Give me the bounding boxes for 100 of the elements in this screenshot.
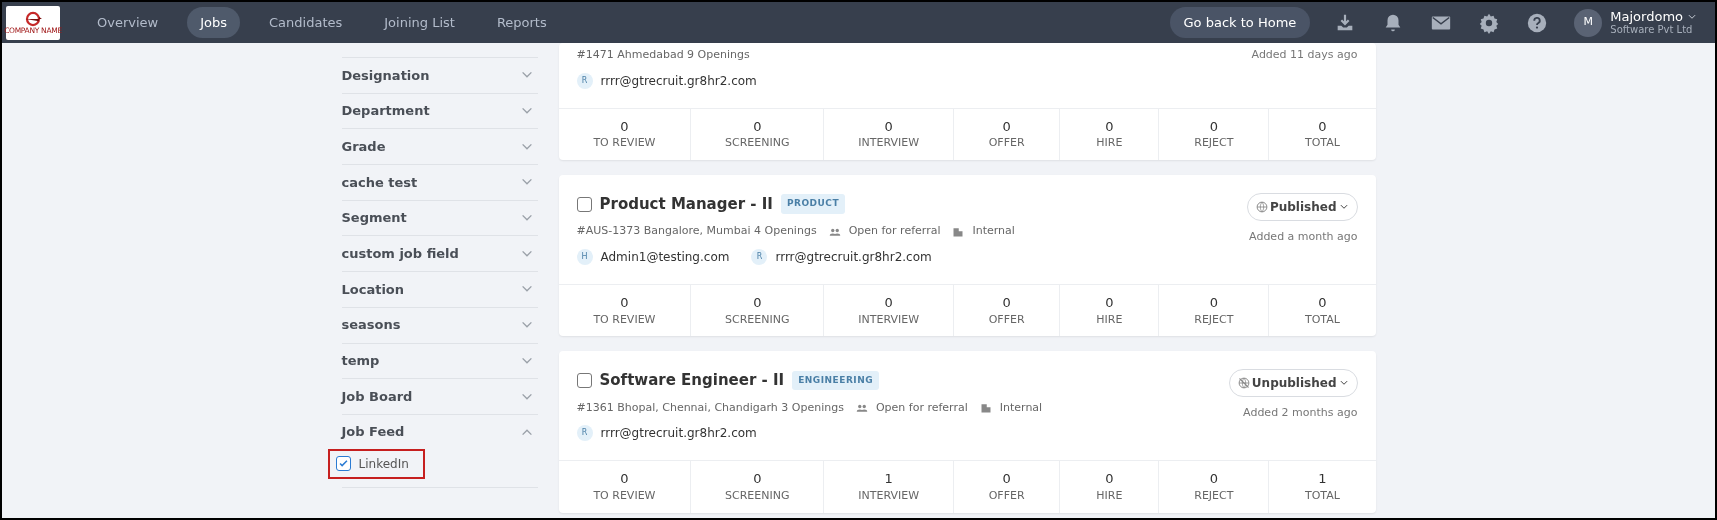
stage-count: 1 xyxy=(883,471,894,489)
stage-label: OFFER xyxy=(987,488,1026,505)
recruiter-avatar: H xyxy=(576,248,593,265)
checkbox[interactable] xyxy=(576,196,592,212)
filter-header[interactable]: custom job field xyxy=(341,235,538,272)
status-dropdown[interactable]: Published xyxy=(1246,192,1358,221)
stage-label: INTERVIEW xyxy=(857,135,921,152)
stage-label: TOTAL xyxy=(1304,135,1341,152)
stage-label: REJECT xyxy=(1193,135,1235,152)
stage-count: 0 xyxy=(619,471,630,489)
filter-header[interactable]: seasons xyxy=(341,306,538,343)
department-tag: ENGINEERING xyxy=(792,370,880,391)
filter-label: cache test xyxy=(341,173,418,192)
home-button[interactable]: Go back to Home xyxy=(1169,6,1311,39)
stage-label: INTERVIEW xyxy=(857,311,921,328)
filter-label: Location xyxy=(341,280,405,299)
job-visibility: Internal xyxy=(999,399,1043,416)
stage-count: 0 xyxy=(1317,294,1328,312)
stage-count: 0 xyxy=(619,294,630,312)
stage-label: REJECT xyxy=(1193,311,1235,328)
filter-label: Grade xyxy=(341,137,386,156)
stage-label: SCREENING xyxy=(724,488,791,505)
recruiter-avatar: R xyxy=(751,248,768,265)
filter-label: Job Board xyxy=(341,387,413,406)
stage-count: 0 xyxy=(752,118,763,136)
job-meta: #1471 Ahmedabad 9 Openings xyxy=(576,47,750,63)
user-avatar[interactable]: M xyxy=(1574,8,1603,37)
stage-count: 0 xyxy=(1001,118,1012,136)
nav-tab[interactable]: Jobs xyxy=(187,6,241,39)
stage-count: 0 xyxy=(883,294,894,312)
job-meta: #AUS-1373 Bangalore, Mumbai 4 Openings xyxy=(576,223,817,240)
filter-header[interactable]: temp xyxy=(341,342,538,379)
job-meta: #1361 Bhopal, Chennai, Chandigarh 3 Openings xyxy=(576,399,844,416)
globe-icon xyxy=(1255,200,1268,213)
stage-label: TOTAL xyxy=(1304,488,1341,505)
filter-header[interactable]: Grade xyxy=(341,128,538,165)
filter-header[interactable]: Location xyxy=(341,271,538,307)
filter-label: seasons xyxy=(341,316,401,335)
user-name[interactable]: Majordomo xyxy=(1610,9,1683,25)
stage-label: HIRE xyxy=(1095,311,1124,328)
stage-label: SCREENING xyxy=(724,135,791,152)
nav-tab[interactable]: Joining List xyxy=(371,6,468,39)
filter-label: temp xyxy=(341,352,380,371)
option-label: LinkedIn xyxy=(358,455,409,473)
stage-count: 0 xyxy=(1317,118,1328,136)
filter-header[interactable]: Segment xyxy=(341,199,538,236)
recruiter-avatar: R xyxy=(576,72,593,89)
filter-header[interactable]: cache test xyxy=(341,164,538,200)
stage-count: 0 xyxy=(752,471,763,489)
recruiter-avatar: R xyxy=(576,425,593,442)
stage-label: TO REVIEW xyxy=(592,135,657,152)
status-dropdown[interactable]: Unpublished xyxy=(1228,369,1358,398)
stage-count: 0 xyxy=(1208,118,1219,136)
stage-count: 0 xyxy=(883,118,894,136)
checkbox[interactable] xyxy=(576,373,592,389)
nav-tab[interactable]: Overview xyxy=(84,6,172,39)
building-icon xyxy=(979,402,992,415)
job-title[interactable]: Software Engineer - II xyxy=(599,369,785,392)
stage-label: TO REVIEW xyxy=(592,488,657,505)
recruiter-email: rrrr@gtrecruit.gr8hr2.com xyxy=(775,248,932,266)
recruiter-email: rrrr@gtrecruit.gr8hr2.com xyxy=(600,72,757,90)
stage-label: INTERVIEW xyxy=(857,488,921,505)
filter-label: Segment xyxy=(341,209,407,228)
stage-label: TOTAL xyxy=(1304,311,1341,328)
added-date: Added 2 months ago xyxy=(1243,405,1358,422)
filter-header[interactable]: Designation xyxy=(341,57,538,93)
stage-count: 0 xyxy=(1001,294,1012,312)
nav-tab[interactable]: Reports xyxy=(483,6,560,39)
highlighted-filter-option[interactable]: LinkedIn xyxy=(329,450,423,477)
recruiter-email: rrrr@gtrecruit.gr8hr2.com xyxy=(600,425,757,443)
stage-count: 0 xyxy=(1104,118,1115,136)
department-tag: PRODUCT xyxy=(780,194,846,214)
job-visibility: Internal xyxy=(972,223,1015,240)
help-icon[interactable] xyxy=(1526,11,1549,34)
checkbox[interactable] xyxy=(335,456,351,472)
stage-count: 0 xyxy=(619,118,630,136)
filter-header[interactable]: Job Feed xyxy=(341,413,538,450)
globe-slash-icon xyxy=(1237,377,1250,390)
recruiter-email: Admin1@testing.com xyxy=(600,248,730,266)
referral-status: Open for referral xyxy=(848,223,941,240)
organization-name: Software Pvt Ltd xyxy=(1610,24,1694,36)
filter-label: custom job field xyxy=(341,245,459,264)
filter-header[interactable]: Department xyxy=(341,92,538,129)
people-icon xyxy=(855,402,868,415)
stage-label: OFFER xyxy=(987,135,1026,152)
nav-tab[interactable]: Candidates xyxy=(256,6,356,39)
filter-label: Department xyxy=(341,102,430,121)
stage-count: 0 xyxy=(752,294,763,312)
filter-header[interactable]: Job Board xyxy=(341,378,538,414)
stage-count: 0 xyxy=(1104,471,1115,489)
stage-count: 0 xyxy=(1208,294,1219,312)
filter-label: Designation xyxy=(341,66,430,85)
stage-label: REJECT xyxy=(1193,488,1235,505)
stage-count: 0 xyxy=(1001,471,1012,489)
stage-count: 1 xyxy=(1317,471,1328,489)
added-date: Added a month ago xyxy=(1249,228,1358,245)
stage-label: OFFER xyxy=(987,311,1026,328)
job-title[interactable]: Product Manager - II xyxy=(599,192,773,216)
stage-label: TO REVIEW xyxy=(592,311,657,328)
caret-icon[interactable] xyxy=(1687,12,1697,22)
